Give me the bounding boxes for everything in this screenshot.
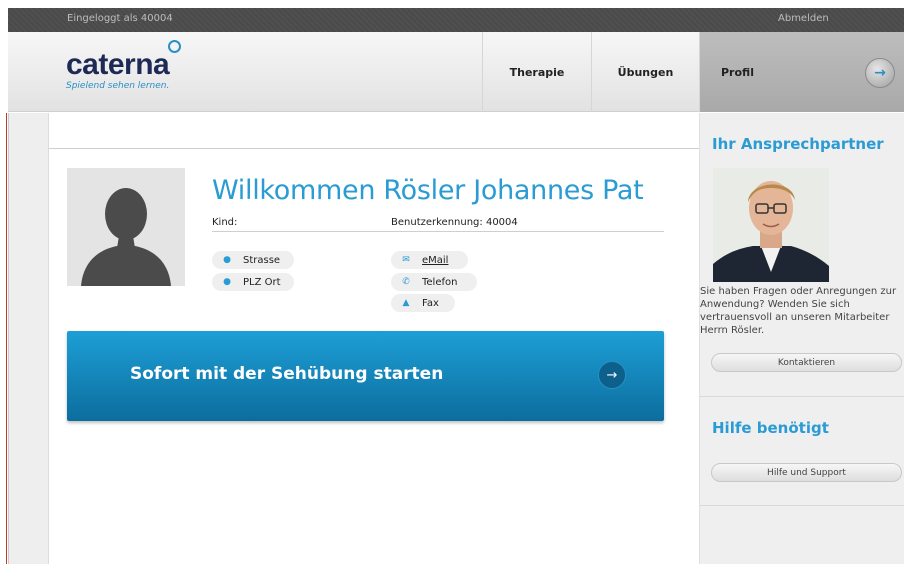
location-pin-icon: ● <box>223 255 231 265</box>
address-street-pill: ● Strasse <box>212 251 294 269</box>
location-pin-icon: ● <box>223 277 231 287</box>
fax-label: Fax <box>422 297 439 309</box>
logo-tagline: Spielend sehen lernen. <box>66 81 170 91</box>
contact-title: Ihr Ansprechpartner <box>712 135 884 153</box>
logout-link[interactable]: Abmelden <box>778 13 829 24</box>
sidebar-divider <box>700 505 904 506</box>
welcome-heading: Willkommen Rösler Johannes Pat <box>212 175 644 206</box>
nav-profil-label: Profil <box>721 65 754 79</box>
address-city-pill: ● PLZ Ort <box>212 273 294 291</box>
arrow-right-icon[interactable]: → <box>865 58 895 88</box>
logo-wordmark: caterna <box>66 48 170 81</box>
nav-uebungen-label: Übungen <box>617 65 674 79</box>
user-id-label: Benutzerkennung: 40004 <box>391 217 518 228</box>
avatar <box>67 168 185 286</box>
caterna-logo[interactable]: caterna Spielend sehen lernen. <box>66 40 181 91</box>
phone-icon: ✆ <box>402 277 410 287</box>
user-silhouette-icon <box>67 168 185 286</box>
contact-photo <box>713 168 829 282</box>
fax-pill: ▲ Fax <box>391 294 455 312</box>
start-exercise-label: Sofort mit der Sehübung starten <box>130 364 444 384</box>
email-pill[interactable]: ✉ eMail <box>391 251 468 269</box>
start-exercise-button[interactable]: Sofort mit der Sehübung starten → <box>67 331 664 421</box>
info-divider <box>212 231 664 232</box>
sidebar-divider <box>700 396 904 397</box>
sidebar: Ihr Ansprechpartner Sie haben Fragen ode… <box>699 113 904 564</box>
email-icon: ✉ <box>402 255 410 265</box>
main-content: Willkommen Rösler Johannes Pat Kind: Ben… <box>49 113 699 564</box>
nav-uebungen[interactable]: Übungen <box>591 32 699 112</box>
street-label: Strasse <box>243 254 281 266</box>
city-label: PLZ Ort <box>243 276 281 288</box>
nav-therapie[interactable]: Therapie <box>482 32 591 112</box>
kind-label: Kind: <box>212 217 238 228</box>
phone-pill: ✆ Telefon <box>391 273 477 291</box>
nav-profil[interactable]: Profil → <box>699 32 904 112</box>
contact-text: Sie haben Fragen oder Anregungen zur Anw… <box>700 286 897 336</box>
logged-in-label: Eingeloggt als 40004 <box>67 13 173 24</box>
top-bar: Eingeloggt als 40004 Abmelden <box>8 8 904 32</box>
arrow-right-icon[interactable]: → <box>598 361 626 389</box>
contact-person-image <box>713 168 829 282</box>
fax-icon: ▲ <box>402 298 410 308</box>
phone-label: Telefon <box>422 276 458 288</box>
email-link[interactable]: eMail <box>422 255 448 266</box>
help-title: Hilfe benötigt <box>712 419 829 437</box>
nav-therapie-label: Therapie <box>509 65 565 79</box>
divider <box>49 148 699 149</box>
left-edge-line <box>6 113 7 564</box>
contact-button-label: Kontaktieren <box>777 357 836 368</box>
logo-ring-icon <box>168 40 181 53</box>
header: caterna Spielend sehen lernen. Therapie … <box>8 32 904 112</box>
left-column <box>8 113 49 564</box>
help-support-label: Hilfe und Support <box>767 467 846 478</box>
contact-button[interactable]: Kontaktieren <box>711 353 902 372</box>
help-support-button[interactable]: Hilfe und Support <box>711 463 902 482</box>
